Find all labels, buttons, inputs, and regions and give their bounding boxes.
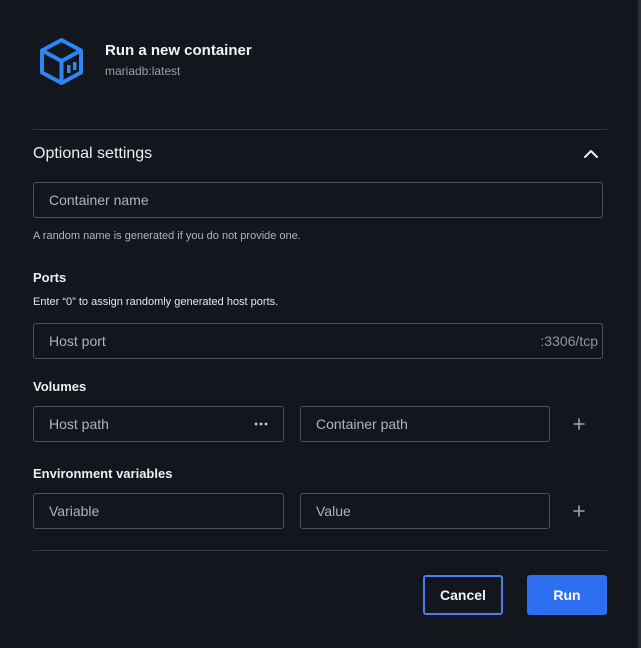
top-divider [33,129,607,130]
dialog-header: Run a new container mariadb:latest [36,36,252,88]
optional-settings-title: Optional settings [33,145,153,162]
environment-variables-label: Environment variables [33,466,173,481]
host-port-placeholder: Host port [49,333,106,349]
container-path-placeholder: Container path [316,416,408,432]
add-volume-plus-icon[interactable] [572,417,586,431]
container-name-helper: A random name is generated if you do not… [33,230,301,242]
optional-settings-toggle[interactable]: Optional settings [33,138,607,170]
host-path-placeholder: Host path [49,416,109,432]
image-name: mariadb:latest [105,64,181,78]
chevron-up-icon[interactable] [582,145,600,163]
value-placeholder: Value [316,503,351,519]
run-button[interactable]: Run [527,575,607,615]
dialog-title: Run a new container [105,42,252,59]
host-path-input[interactable]: Host path [33,406,284,442]
volumes-label: Volumes [33,379,87,394]
cube-icon [40,38,83,85]
host-port-input[interactable]: Host port :3306/tcp [33,323,603,359]
variable-input[interactable]: Variable [33,493,284,529]
ports-helper: Enter “0” to assign randomly generated h… [33,296,279,308]
add-env-plus-icon[interactable] [572,504,586,518]
container-path-input[interactable]: Container path [300,406,550,442]
value-input[interactable]: Value [300,493,550,529]
container-port-suffix: :3306/tcp [540,333,598,349]
ports-label: Ports [33,270,67,285]
container-name-placeholder: Container name [49,192,149,208]
variable-placeholder: Variable [49,503,100,519]
container-name-input[interactable]: Container name [33,182,603,218]
bottom-divider [33,550,607,551]
run-container-dialog: Run a new container mariadb:latest Optio… [0,0,641,648]
cancel-button[interactable]: Cancel [423,575,503,615]
ellipsis-icon[interactable] [253,416,269,432]
